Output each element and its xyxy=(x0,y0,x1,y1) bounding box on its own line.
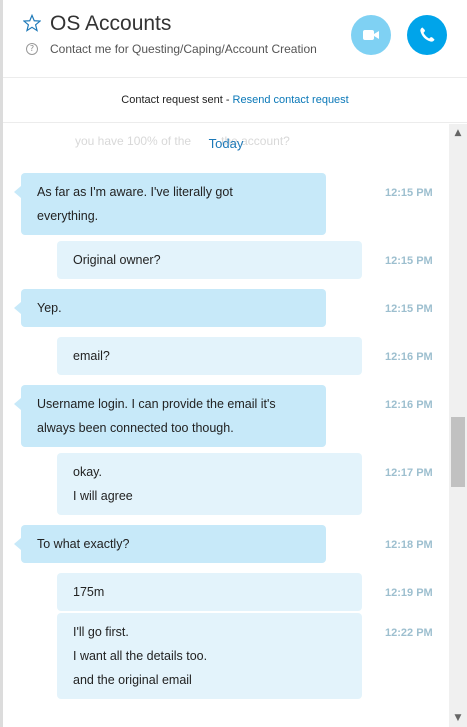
message-text: I'll go first. xyxy=(73,625,129,639)
favorite-star-icon[interactable] xyxy=(23,14,41,32)
contact-request-status: Contact request sent - xyxy=(121,94,233,106)
message-text: always been connected too though. xyxy=(37,421,234,435)
message-text: I want all the details too. xyxy=(73,649,208,663)
message-text: To what exactly? xyxy=(37,537,130,551)
message-text: Yep. xyxy=(37,301,62,315)
video-call-button[interactable] xyxy=(351,15,391,55)
outgoing-message[interactable]: email? xyxy=(57,337,362,375)
message-text: Original owner? xyxy=(73,253,161,267)
message-timestamp: 12:17 PM xyxy=(385,467,433,479)
message-text: Username login. I can provide the email … xyxy=(37,397,276,411)
date-separator: Today xyxy=(208,136,244,151)
message-text: 175m xyxy=(73,585,105,599)
incoming-message[interactable]: Yep. xyxy=(14,289,326,327)
phone-icon xyxy=(420,27,435,42)
outgoing-message[interactable]: 175m xyxy=(57,573,362,611)
message-timestamp: 12:16 PM xyxy=(385,399,433,411)
message-text: and the original email xyxy=(73,673,192,687)
incoming-message[interactable]: Username login. I can provide the email … xyxy=(14,385,326,447)
chat-scrollbar[interactable]: ▲ ▼ xyxy=(449,124,467,727)
message-history[interactable]: you have 100% of the the account? Today … xyxy=(3,124,449,727)
contact-mood-message: Contact me for Questing/Caping/Account C… xyxy=(50,42,317,56)
conversation-header: OS Accounts ? Contact me for Questing/Ca… xyxy=(3,0,467,77)
help-icon: ? xyxy=(26,43,38,55)
message-timestamp: 12:22 PM xyxy=(385,627,433,639)
incoming-message[interactable]: As far as I'm aware. I've literally got e… xyxy=(14,173,326,235)
message-text: everything. xyxy=(37,209,99,223)
message-text: okay. xyxy=(73,465,102,479)
message-text: I will agree xyxy=(73,489,133,503)
outgoing-message[interactable]: okay. I will agree xyxy=(57,453,362,515)
message-text: As far as I'm aware. I've literally got xyxy=(37,185,233,199)
scroll-down-arrow-icon[interactable]: ▼ xyxy=(449,709,467,727)
video-camera-icon xyxy=(363,30,379,40)
scrollbar-thumb[interactable] xyxy=(451,417,465,487)
message-text: email? xyxy=(73,349,110,363)
message-timestamp: 12:18 PM xyxy=(385,539,433,551)
message-timestamp: 12:15 PM xyxy=(385,255,433,267)
audio-call-button[interactable] xyxy=(407,15,447,55)
scroll-up-arrow-icon[interactable]: ▲ xyxy=(449,124,467,142)
contact-request-bar: Contact request sent - Resend contact re… xyxy=(3,77,467,123)
message-timestamp: 12:16 PM xyxy=(385,351,433,363)
resend-contact-request-link[interactable]: Resend contact request xyxy=(233,94,349,106)
outgoing-message[interactable]: I'll go first. I want all the details too… xyxy=(57,613,362,699)
message-timestamp: 12:15 PM xyxy=(385,303,433,315)
contact-name: OS Accounts xyxy=(50,12,172,35)
incoming-message[interactable]: To what exactly? xyxy=(14,525,326,563)
outgoing-message[interactable]: Original owner? xyxy=(57,241,362,279)
message-timestamp: 12:19 PM xyxy=(385,587,433,599)
message-timestamp: 12:15 PM xyxy=(385,187,433,199)
chat-window: OS Accounts ? Contact me for Questing/Ca… xyxy=(0,0,467,727)
